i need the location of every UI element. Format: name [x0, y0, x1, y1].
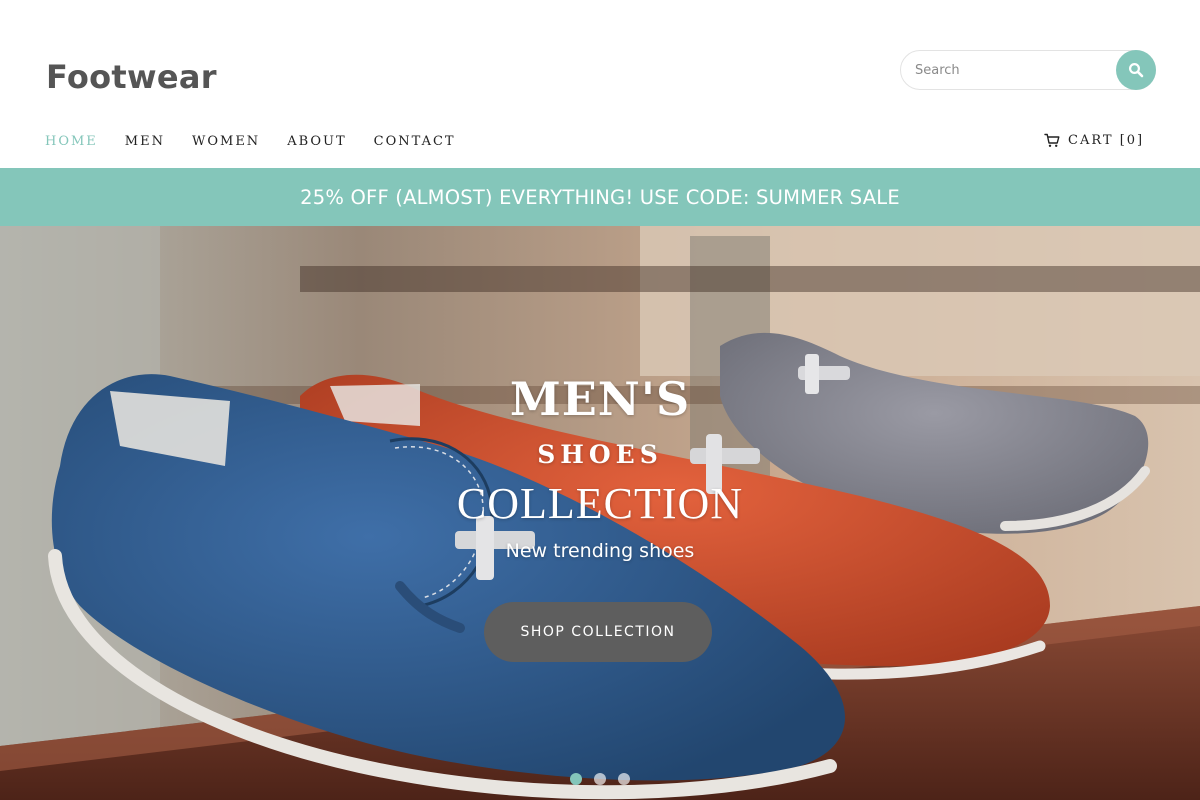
- promo-banner: 25% OFF (ALMOST) EVERYTHING! USE CODE: S…: [0, 168, 1200, 226]
- search-bar: [900, 50, 1156, 90]
- hero-subtitle: SHOES: [537, 440, 663, 469]
- shop-collection-button[interactable]: SHOP COLLECTION: [484, 602, 712, 662]
- slider-dots: [570, 773, 630, 785]
- search-button[interactable]: [1116, 50, 1156, 90]
- hero-slider: MEN'S SHOES COLLECTION New trending shoe…: [0, 226, 1200, 800]
- slider-dot-2[interactable]: [594, 773, 606, 785]
- cart-label: CART [0]: [1068, 133, 1145, 148]
- slider-dot-3[interactable]: [618, 773, 630, 785]
- promo-text: 25% OFF (ALMOST) EVERYTHING! USE CODE: S…: [300, 185, 900, 209]
- cart-link[interactable]: CART [0]: [1044, 133, 1144, 148]
- cart-icon: [1044, 133, 1060, 148]
- hero-title: MEN'S: [509, 372, 691, 426]
- site-header: Footwear HOME MEN WOMEN ABOUT CONTACT CA…: [0, 0, 1200, 168]
- main-nav: HOME MEN WOMEN ABOUT CONTACT: [45, 134, 483, 149]
- search-icon: [1128, 62, 1144, 78]
- nav-contact[interactable]: CONTACT: [374, 134, 456, 149]
- hero-subtitle-collection: COLLECTION: [456, 479, 744, 528]
- nav-women[interactable]: WOMEN: [192, 134, 260, 149]
- nav-home[interactable]: HOME: [45, 134, 98, 149]
- site-logo[interactable]: Footwear: [46, 58, 217, 96]
- slider-dot-1[interactable]: [570, 773, 582, 785]
- hero-description: New trending shoes: [505, 540, 695, 562]
- nav-about[interactable]: ABOUT: [287, 134, 346, 149]
- nav-men[interactable]: MEN: [125, 134, 165, 149]
